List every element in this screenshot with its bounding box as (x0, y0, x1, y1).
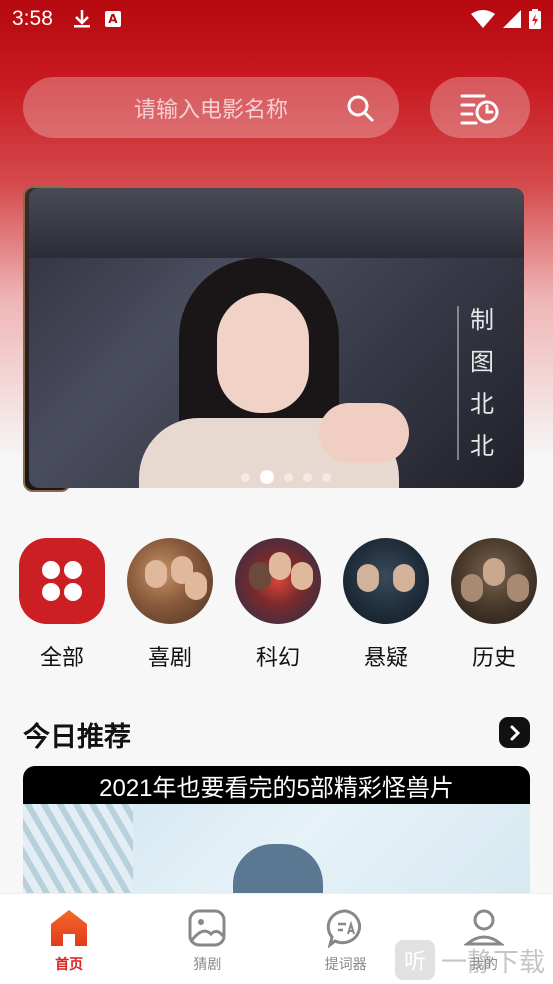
category-label: 喜剧 (147, 646, 192, 671)
banner-dot[interactable] (322, 472, 331, 482)
banner-dot[interactable] (303, 472, 312, 482)
category-label: 悬疑 (363, 646, 408, 671)
nav-home-label: 首页 (55, 957, 84, 973)
all-grid-icon (19, 538, 105, 624)
watermark: 听 一静下载 (395, 940, 545, 980)
banner-caption: 制 图 北 北 (457, 306, 497, 460)
section-title-today: 今日推荐 (23, 722, 131, 753)
history-list-clock-icon (460, 94, 499, 124)
status-time: 3:58 (12, 7, 53, 30)
status-bar: 3:58 A (0, 0, 553, 38)
download-icon (73, 10, 90, 28)
comedy-poster (127, 538, 213, 624)
banner-dot[interactable] (241, 472, 250, 482)
category-all[interactable]: 全部 (18, 538, 106, 672)
category-label: 历史 (471, 646, 516, 671)
recommendation-card-title: 2021年也要看完的5部精彩怪兽片 (99, 774, 454, 802)
banner-dot[interactable] (284, 472, 293, 482)
scifi-poster (235, 538, 321, 624)
battery-icon (529, 9, 541, 29)
nav-prompter-label: 提词器 (324, 957, 367, 973)
category-mystery[interactable]: 悬疑 (342, 538, 430, 672)
nav-guess[interactable]: 猜剧 (138, 894, 276, 984)
category-scifi[interactable]: 科幻 (234, 538, 322, 672)
search-icon[interactable] (345, 93, 375, 123)
category-comedy[interactable]: 喜剧 (126, 538, 214, 672)
banner-slide[interactable]: 制 图 北 北 (29, 188, 524, 488)
history-poster (451, 538, 537, 624)
category-label: 全部 (39, 646, 84, 671)
home-icon (51, 910, 88, 946)
chat-bubble-icon (326, 909, 361, 948)
signal-icon (503, 10, 521, 28)
wifi-icon (471, 10, 495, 28)
category-label: 科幻 (255, 646, 300, 671)
category-history[interactable]: 历史 (450, 538, 538, 672)
watch-history-button[interactable] (430, 77, 530, 138)
banner-pagination (241, 470, 331, 484)
nav-home[interactable]: 首页 (0, 894, 138, 984)
banner-carousel[interactable]: 制 图 北 北 (23, 186, 524, 492)
recommendation-card[interactable]: 2021年也要看完的5部精彩怪兽片 (23, 766, 530, 906)
search-placeholder: 请输入电影名称 (133, 97, 288, 123)
recommendation-card-image (23, 804, 530, 906)
image-icon (188, 909, 226, 947)
nav-prompter[interactable]: 提词器 (277, 894, 415, 984)
watermark-text: 一静下载 (441, 947, 546, 978)
watermark-badge: 听 (395, 940, 435, 980)
notification-a-icon: A (104, 11, 121, 27)
banner-dot-active[interactable] (260, 470, 274, 484)
search-input[interactable]: 请输入电影名称 (23, 77, 399, 138)
today-more-button[interactable] (499, 717, 530, 748)
mystery-poster (343, 538, 429, 624)
chevron-right-icon (510, 725, 520, 740)
nav-guess-label: 猜剧 (193, 957, 222, 973)
category-row: 全部 喜剧 科幻 悬疑 历史 (18, 538, 538, 672)
